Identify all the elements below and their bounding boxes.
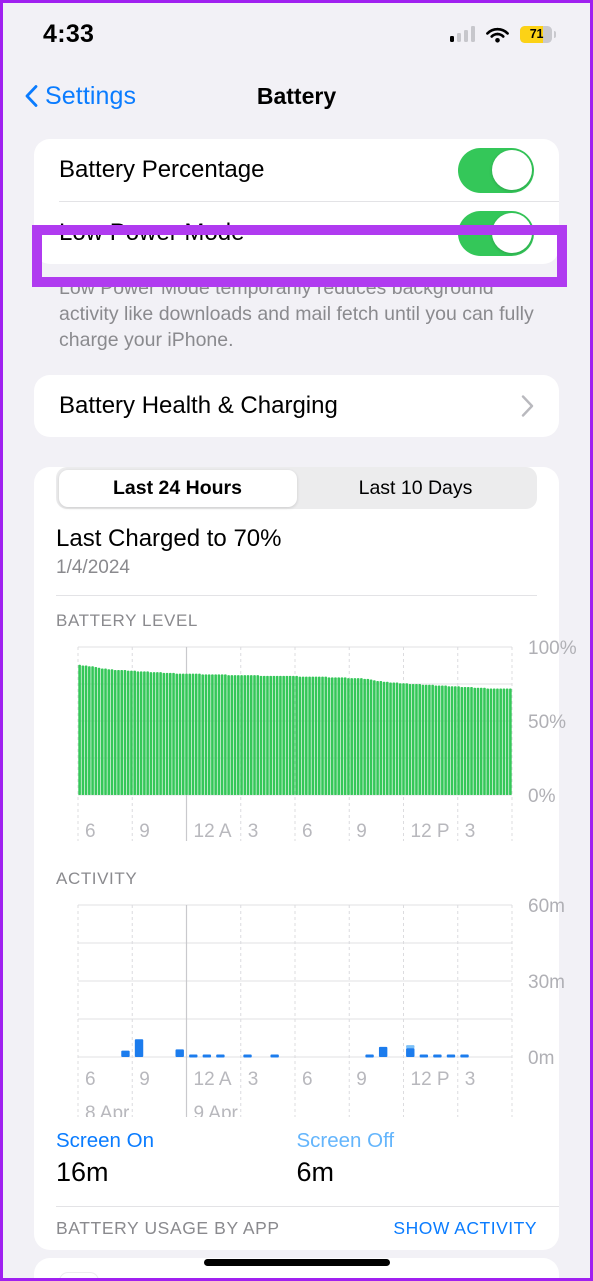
svg-text:6: 6	[85, 1069, 96, 1090]
row-low-power-mode[interactable]: Low Power Mode	[34, 202, 559, 264]
section-divider	[56, 595, 537, 596]
battery-usage-by-app-label: BATTERY USAGE BY APP	[56, 1218, 280, 1238]
battery-percentage-toggle[interactable]	[458, 147, 534, 193]
svg-text:9: 9	[356, 1069, 367, 1090]
segment-last-24-hours[interactable]: Last 24 Hours	[58, 469, 297, 507]
svg-text:12 A: 12 A	[194, 821, 232, 842]
svg-text:6: 6	[302, 821, 313, 842]
row-battery-percentage[interactable]: Battery Percentage	[34, 139, 559, 201]
svg-text:9: 9	[139, 821, 150, 842]
show-activity-button[interactable]: SHOW ACTIVITY	[393, 1218, 537, 1239]
row-battery-health[interactable]: Battery Health & Charging	[34, 375, 559, 437]
battery-level-chart-block: BATTERY LEVEL 0% 50% 100% 6 9 12 A 3 6 9 12 P 3	[34, 611, 577, 854]
screen-on-block: Screen On 16m	[56, 1129, 297, 1188]
svg-text:3: 3	[248, 1069, 259, 1090]
battery-usage-by-app-header: BATTERY USAGE BY APP SHOW ACTIVITY	[34, 1207, 559, 1250]
svg-text:30m: 30m	[528, 972, 565, 993]
low-power-mode-toggle[interactable]	[458, 210, 534, 256]
svg-text:8 Apr: 8 Apr	[85, 1103, 130, 1117]
app-icon	[59, 1272, 99, 1278]
last-charged-date: 1/4/2024	[56, 557, 130, 578]
svg-text:3: 3	[248, 821, 259, 842]
chevron-left-icon	[25, 85, 38, 107]
wifi-icon	[486, 26, 509, 43]
svg-text:60m: 60m	[528, 897, 565, 917]
iphone-screen: 4:33 71 Settings Battery Battery Percent…	[0, 0, 593, 1281]
screen-off-value: 6m	[296, 1157, 335, 1187]
svg-text:100%: 100%	[528, 639, 577, 659]
battery-level-heading: BATTERY LEVEL	[56, 611, 198, 630]
activity-chart-block: ACTIVITY 0m 30m 60m 6 9 12 A 3 6 9 12 P 3 8 Apr 9 Ap…	[34, 869, 565, 1117]
screen-time-summary: Screen On 16m Screen Off 6m	[34, 1129, 559, 1188]
chevron-right-icon	[521, 395, 534, 417]
status-time: 4:33	[43, 19, 95, 48]
screen-on-label: Screen On	[56, 1129, 154, 1152]
low-power-mode-footnote: Low Power Mode temporarily reduces backg…	[59, 277, 534, 351]
battery-icon: 71	[520, 25, 556, 43]
time-range-segmented-control[interactable]: Last 24 Hours Last 10 Days	[56, 467, 537, 509]
svg-text:0m: 0m	[528, 1048, 554, 1069]
battery-health-label: Battery Health & Charging	[59, 392, 338, 419]
svg-text:12 P: 12 P	[411, 1069, 450, 1090]
svg-text:0%: 0%	[528, 786, 556, 807]
svg-text:50%: 50%	[528, 712, 566, 733]
screen-off-block: Screen Off 6m	[297, 1129, 538, 1188]
svg-text:12 P: 12 P	[411, 821, 450, 842]
activity-chart[interactable]: 0m 30m 60m 6 9 12 A 3 6 9 12 P 3 8 Apr 9 Apr	[56, 897, 565, 1117]
battery-settings-card: Battery Percentage Low Power Mode	[34, 139, 559, 264]
activity-chart-svg: 0m 30m 60m 6 9 12 A 3 6 9 12 P 3 8 Apr 9 Apr	[77, 897, 565, 1117]
battery-usage-card: Last 24 Hours Last 10 Days Last Charged …	[34, 467, 577, 1250]
cellular-signal-icon	[449, 26, 475, 42]
screen-off-label: Screen Off	[296, 1129, 395, 1152]
last-charged-title: Last Charged to 70%	[56, 525, 282, 552]
nav-bar: Settings Battery	[3, 65, 590, 127]
battery-health-card[interactable]: Battery Health & Charging	[34, 375, 559, 437]
svg-text:3: 3	[465, 1069, 476, 1090]
svg-text:3: 3	[465, 821, 476, 842]
status-bar: 4:33 71	[3, 3, 590, 65]
battery-level-chart-svg: 0% 50% 100% 6 9 12 A 3 6 9 12 P 3	[77, 639, 577, 842]
low-power-mode-label: Low Power Mode	[59, 219, 245, 246]
status-icons: 71	[449, 25, 556, 43]
battery-level-chart[interactable]: 0% 50% 100% 6 9 12 A 3 6 9 12 P 3	[56, 639, 577, 854]
battery-percent-label: 71	[529, 27, 544, 41]
back-button-label: Settings	[45, 81, 137, 110]
svg-text:6: 6	[85, 821, 96, 842]
home-indicator	[203, 1259, 390, 1266]
segment-last-10-days[interactable]: Last 10 Days	[297, 470, 535, 507]
svg-text:9: 9	[356, 821, 367, 842]
svg-text:12 A: 12 A	[194, 1069, 232, 1090]
svg-text:6: 6	[302, 1069, 313, 1090]
back-button[interactable]: Settings	[25, 82, 136, 111]
svg-text:9 Apr: 9 Apr	[194, 1103, 239, 1117]
activity-heading: ACTIVITY	[56, 869, 138, 888]
screen-on-value: 16m	[56, 1157, 109, 1187]
svg-text:9: 9	[139, 1069, 150, 1090]
battery-percentage-label: Battery Percentage	[59, 156, 265, 183]
